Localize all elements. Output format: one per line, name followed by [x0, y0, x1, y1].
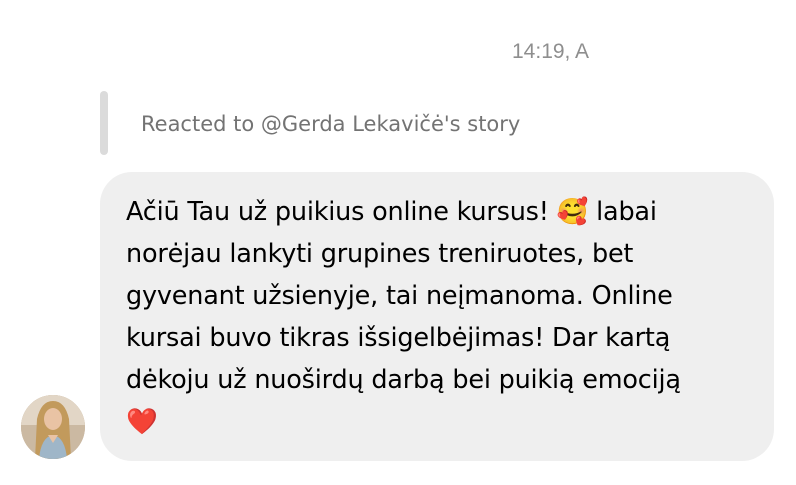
avatar-photo-icon [21, 395, 85, 459]
sender-avatar[interactable] [21, 395, 85, 459]
story-reply-bar [100, 91, 108, 155]
message-timestamp: 14:19, A [512, 40, 590, 63]
message-bubble[interactable]: Ačiū Tau už puikius online kursus! 🥰 lab… [100, 172, 774, 461]
story-reaction-context[interactable]: Reacted to @Gerda Lekavičė's story [141, 112, 520, 136]
message-text: Ačiū Tau už puikius online kursus! 🥰 lab… [126, 197, 681, 437]
